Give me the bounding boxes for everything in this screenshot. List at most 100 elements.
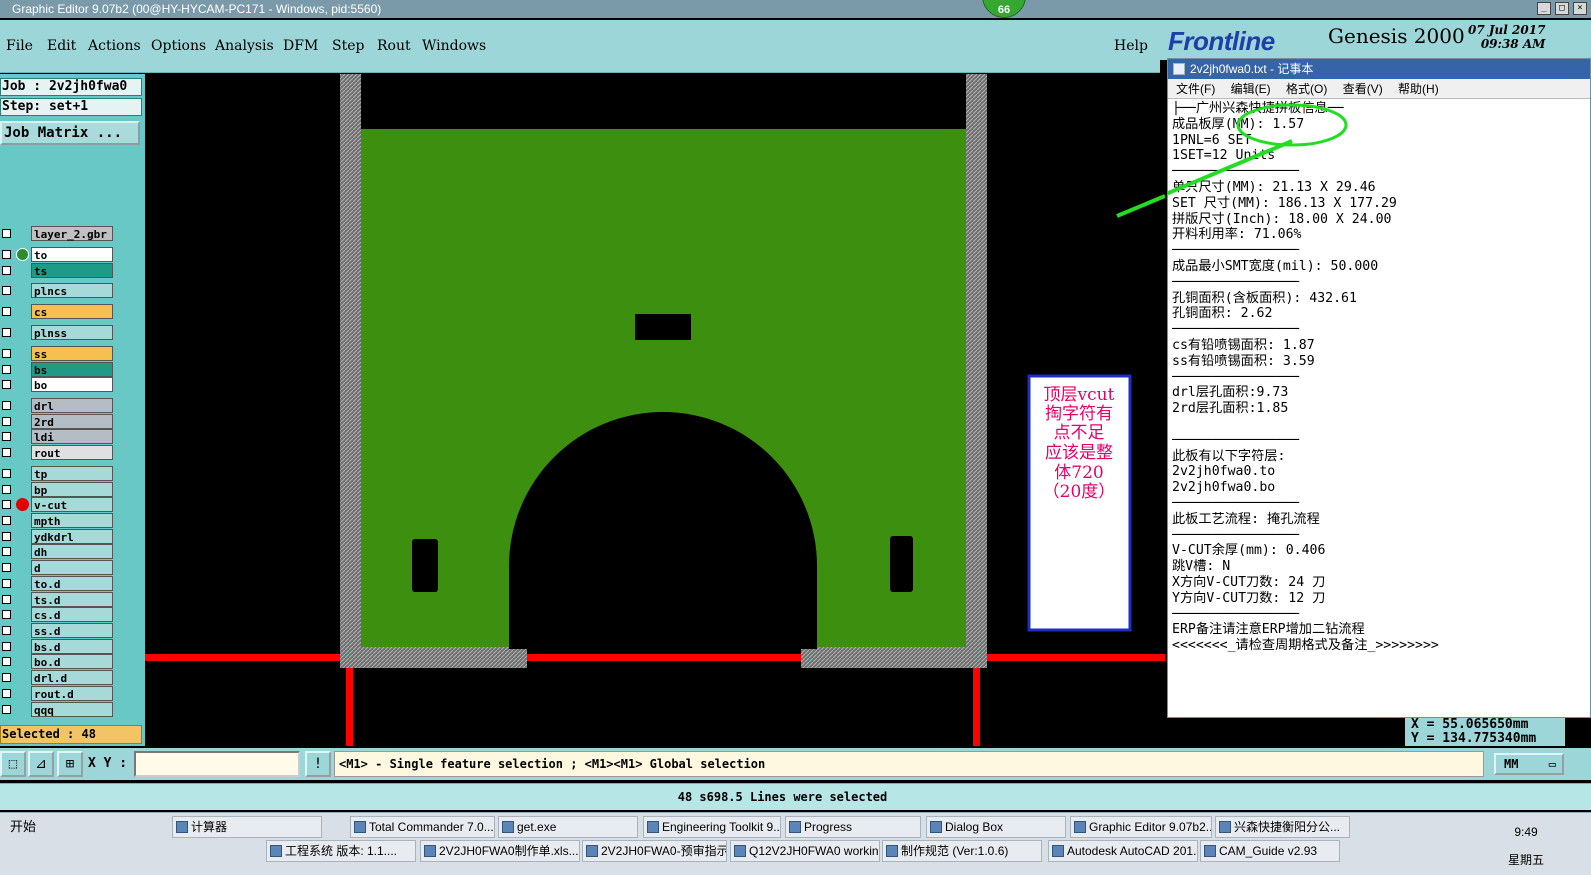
layer-checkbox[interactable] <box>2 689 11 698</box>
taskbar-item[interactable]: get.exe <box>498 816 638 838</box>
taskbar-item[interactable]: 制作规范 (Ver:1.0.6) <box>882 840 1042 862</box>
taskbar-item[interactable]: 计算器 <box>172 816 322 838</box>
layer-checkbox[interactable] <box>2 626 11 635</box>
layer-checkbox[interactable] <box>2 417 11 426</box>
menu-dfm[interactable]: DFM <box>283 38 318 54</box>
close-icon[interactable]: × <box>1573 2 1587 15</box>
taskbar-item[interactable]: 工程系统 版本: 1.1.... <box>266 840 416 862</box>
affected-layer-icon <box>16 498 29 511</box>
layer-checkbox[interactable] <box>2 673 11 682</box>
snap-mode-icon[interactable]: ⬚ <box>0 751 26 777</box>
layer-row-ts.d[interactable]: ts.d <box>0 592 116 607</box>
layer-checkbox[interactable] <box>2 705 11 714</box>
layer-row-plncs[interactable]: plncs <box>0 283 116 298</box>
layer-checkbox[interactable] <box>2 563 11 572</box>
layer-checkbox[interactable] <box>2 595 11 604</box>
grid-icon[interactable]: ⊞ <box>57 751 83 777</box>
layer-row-layer_2.gbr[interactable]: layer_2.gbr <box>0 226 116 241</box>
layer-checkbox[interactable] <box>2 642 11 651</box>
layer-checkbox[interactable] <box>2 547 11 556</box>
layer-name: plncs <box>31 283 113 298</box>
layer-checkbox[interactable] <box>2 532 11 541</box>
layer-checkbox[interactable] <box>2 469 11 478</box>
tray-clock[interactable]: 9:49 星期五 <box>1496 817 1556 869</box>
layer-checkbox[interactable] <box>2 266 11 275</box>
layer-row-mpth[interactable]: mpth <box>0 513 116 528</box>
graphic-canvas[interactable]: 顶层vcut 掏字符有 点不足 应该是整 体720 （20度） <box>145 74 1166 746</box>
layer-name: bs.d <box>31 639 113 654</box>
taskbar-item[interactable]: CAM_Guide v2.93 <box>1200 840 1340 862</box>
menu-step[interactable]: Step <box>332 38 364 54</box>
layer-checkbox[interactable] <box>2 579 11 588</box>
layer-row-to.d[interactable]: to.d <box>0 576 116 591</box>
layer-checkbox[interactable] <box>2 500 11 509</box>
layer-row-ydkdrl[interactable]: ydkdrl <box>0 529 116 544</box>
menu-windows[interactable]: Windows <box>422 38 486 54</box>
menu-analysis[interactable]: Analysis <box>215 38 274 54</box>
layer-row-ss.d[interactable]: ss.d <box>0 623 116 638</box>
start-button[interactable]: 开始 <box>0 815 40 839</box>
menu-options[interactable]: Options <box>151 38 206 54</box>
layer-row-d[interactable]: d <box>0 560 116 575</box>
layer-checkbox[interactable] <box>2 229 11 238</box>
taskbar-item[interactable]: 2V2JH0FWA0制作单.xls... <box>420 840 580 862</box>
taskbar-item[interactable]: 2V2JH0FWA0-预审指示... <box>582 840 727 862</box>
menu-help[interactable]: Help <box>1114 38 1148 54</box>
menu-edit[interactable]: Edit <box>47 38 76 54</box>
layer-row-cs[interactable]: cs <box>0 304 116 319</box>
layer-row-to[interactable]: to <box>0 247 116 262</box>
layer-checkbox[interactable] <box>2 328 11 337</box>
job-matrix-button[interactable]: Job Matrix ... <box>0 121 140 145</box>
layer-row-bo[interactable]: bo <box>0 377 116 392</box>
layer-checkbox[interactable] <box>2 365 11 374</box>
layer-checkbox[interactable] <box>2 485 11 494</box>
notepad-window[interactable]: 2v2jh0fwa0.txt - 记事本 文件(F) 编辑(E) 格式(O) 查… <box>1167 58 1591 718</box>
layer-row-v-cut[interactable]: v-cut <box>0 497 116 512</box>
layer-checkbox[interactable] <box>2 307 11 316</box>
layer-checkbox[interactable] <box>2 349 11 358</box>
taskbar-item[interactable]: Progress <box>785 816 921 838</box>
taskbar-item[interactable]: Graphic Editor 9.07b2... <box>1070 816 1212 838</box>
taskbar-item[interactable]: 兴森快捷衡阳分公... <box>1215 816 1350 838</box>
minimize-icon[interactable]: _ <box>1537 2 1551 15</box>
layer-row-cs.d[interactable]: cs.d <box>0 607 116 622</box>
menu-file[interactable]: File <box>6 38 33 54</box>
layer-row-drl.d[interactable]: drl.d <box>0 670 116 685</box>
alert-icon[interactable]: ! <box>305 751 331 777</box>
menu-rout[interactable]: Rout <box>377 38 411 54</box>
layer-row-qqq[interactable]: qqq <box>0 702 116 717</box>
layer-row-ts[interactable]: ts <box>0 263 116 278</box>
layer-checkbox[interactable] <box>2 380 11 389</box>
layer-checkbox[interactable] <box>2 286 11 295</box>
taskbar-item[interactable]: Q12V2JH0FWA0 workin... <box>730 840 880 862</box>
layer-row-dh[interactable]: dh <box>0 544 116 559</box>
layer-row-bo.d[interactable]: bo.d <box>0 654 116 669</box>
layer-checkbox[interactable] <box>2 657 11 666</box>
layer-checkbox[interactable] <box>2 432 11 441</box>
layer-row-bs.d[interactable]: bs.d <box>0 639 116 654</box>
layer-row-bp[interactable]: bp <box>0 482 116 497</box>
layer-row-rout[interactable]: rout <box>0 445 116 460</box>
layer-checkbox[interactable] <box>2 401 11 410</box>
layer-row-2rd[interactable]: 2rd <box>0 414 116 429</box>
layer-checkbox[interactable] <box>2 516 11 525</box>
taskbar-item[interactable]: Autodesk AutoCAD 201... <box>1048 840 1198 862</box>
layer-row-plnss[interactable]: plnss <box>0 325 116 340</box>
maximize-icon[interactable]: □ <box>1555 2 1569 15</box>
layer-row-drl[interactable]: drl <box>0 398 116 413</box>
layer-checkbox[interactable] <box>2 448 11 457</box>
unit-selector[interactable]: MM ▭ <box>1494 753 1564 775</box>
menu-actions[interactable]: Actions <box>88 38 141 54</box>
layer-row-ldi[interactable]: ldi <box>0 429 116 444</box>
xy-input[interactable] <box>134 751 300 777</box>
taskbar-item[interactable]: Engineering Toolkit 9.... <box>643 816 781 838</box>
layer-row-rout.d[interactable]: rout.d <box>0 686 116 701</box>
layer-checkbox[interactable] <box>2 250 11 259</box>
layer-row-bs[interactable]: bs <box>0 362 116 377</box>
layer-row-ss[interactable]: ss <box>0 346 116 361</box>
layer-row-tp[interactable]: tp <box>0 466 116 481</box>
taskbar-item[interactable]: Dialog Box <box>926 816 1066 838</box>
taskbar-item[interactable]: Total Commander 7.0... <box>350 816 495 838</box>
measure-icon[interactable]: ⊿ <box>28 751 54 777</box>
layer-checkbox[interactable] <box>2 610 11 619</box>
